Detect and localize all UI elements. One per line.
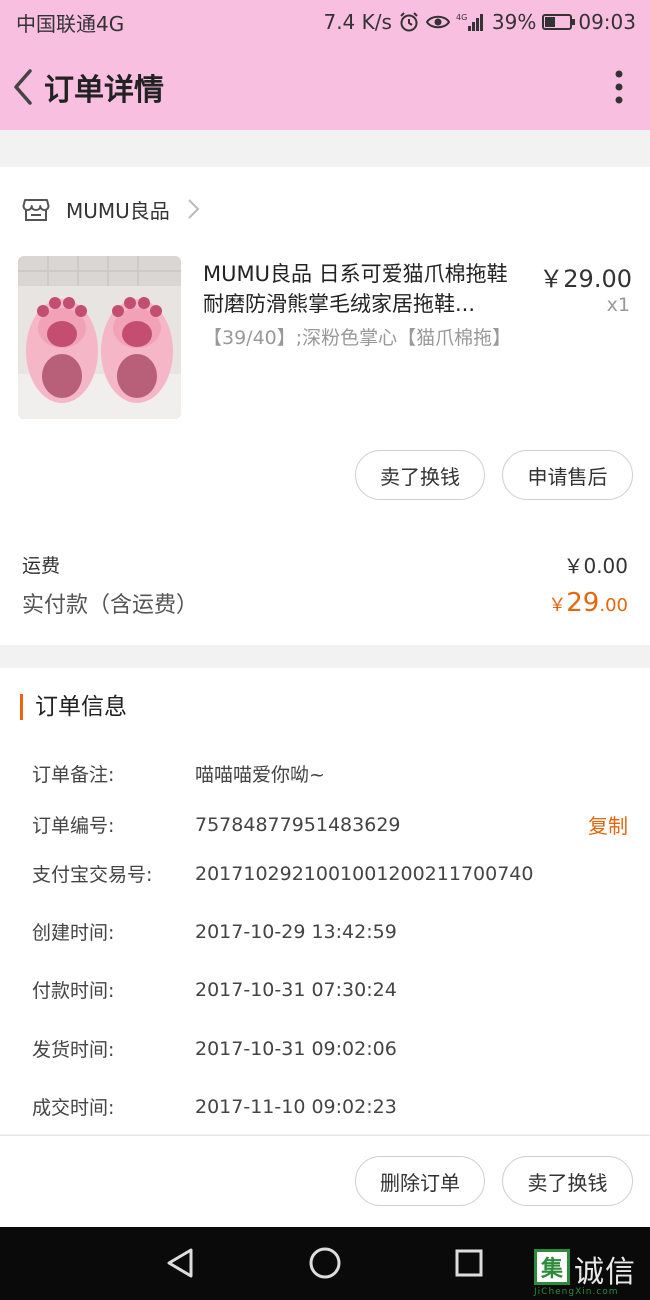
info-value: 2017-10-31 09:02:06 [195, 1037, 397, 1060]
info-key: 成交时间: [32, 1097, 115, 1119]
triangle-back-icon [167, 1248, 193, 1278]
info-row-order-number: 订单编号: 75784877951483629 复制 [32, 810, 628, 839]
info-key: 订单编号: [32, 815, 115, 837]
shipping-row: 运费 ￥0.00 [22, 550, 628, 579]
carrier-label: 中国联通4G [16, 11, 125, 36]
shipping-value: ￥0.00 [563, 554, 628, 578]
watermark-subtext: JiChengXin.com [534, 1287, 619, 1297]
copy-button[interactable]: 复制 [588, 810, 628, 839]
info-row-paid: 付款时间: 2017-10-31 07:30:24 [32, 976, 628, 1003]
paid-amount: ￥29.00 [548, 588, 628, 618]
more-vertical-icon [615, 70, 623, 104]
nav-recents-button[interactable] [451, 1245, 487, 1281]
store-icon [22, 199, 50, 221]
page-title: 订单详情 [44, 73, 164, 108]
paid-currency: ￥ [548, 595, 567, 616]
battery-percent: 39% [491, 10, 537, 34]
info-row-alipay-number: 支付宝交易号: 2017102921001001200211700740 [32, 860, 628, 887]
info-row-note: 订单备注: 喵喵喵爱你呦~ [32, 760, 628, 787]
nav-back-button[interactable] [162, 1245, 198, 1281]
nav-home-button[interactable] [307, 1245, 343, 1281]
info-value: 2017-10-31 07:30:24 [195, 978, 397, 1001]
sell-for-cash-button[interactable]: 卖了换钱 [355, 450, 485, 500]
info-value: 2017-10-29 13:42:59 [195, 920, 397, 943]
shipping-label: 运费 [22, 555, 61, 577]
status-bar: 中国联通4G 7.4 K/s 4G 39% 09:03 [0, 0, 650, 44]
product-price: ￥29.00 [539, 265, 632, 293]
info-key: 发货时间: [32, 1039, 115, 1061]
system-nav-bar: 集 诚信 JiChengXin.com [0, 1227, 650, 1300]
info-value: 75784877951483629 [195, 813, 401, 836]
clock: 09:03 [578, 10, 636, 34]
order-item-card: MUMU良品 MUMU良品 日系可爱猫爪棉拖鞋 耐磨防滑熊掌毛绒家居拖鞋... … [0, 167, 650, 645]
info-value: 2017-11-10 09:02:23 [195, 1095, 397, 1118]
sell-for-cash-bottom-button[interactable]: 卖了换钱 [502, 1156, 633, 1206]
info-key: 订单备注: [32, 764, 115, 786]
svg-text:4G: 4G [456, 13, 467, 22]
store-link[interactable]: MUMU良品 [22, 189, 200, 229]
info-value: 2017102921001001200211700740 [195, 862, 534, 885]
product-sku: 【39/40】;深粉色掌心【猫爪棉拖】 [203, 327, 512, 349]
status-indicators: 7.4 K/s 4G 39% 09:03 [323, 10, 636, 34]
store-name: MUMU良品 [66, 198, 170, 223]
info-row-created: 创建时间: 2017-10-29 13:42:59 [32, 918, 628, 945]
signal-icon: 4G [456, 12, 486, 32]
info-row-completed: 成交时间: 2017-11-10 09:02:23 [32, 1093, 628, 1120]
circle-home-icon [309, 1247, 341, 1279]
paid-decimal: .00 [599, 595, 628, 616]
square-recents-icon [455, 1249, 483, 1277]
paid-row: 实付款（含运费） ￥29.00 [22, 587, 628, 619]
product-title[interactable]: MUMU良品 日系可爱猫爪棉拖鞋 耐磨防滑熊掌毛绒家居拖鞋... [203, 259, 533, 319]
network-speed: 7.4 K/s [323, 10, 392, 34]
chevron-right-icon [188, 199, 200, 219]
chevron-left-icon [14, 69, 32, 105]
paid-label: 实付款（含运费） [22, 593, 199, 618]
watermark-box: 集 [534, 1249, 570, 1285]
info-value: 喵喵喵爱你呦~ [195, 764, 325, 786]
watermark-text: 诚信 [574, 1255, 636, 1290]
more-button[interactable] [594, 62, 644, 112]
info-key: 付款时间: [32, 980, 115, 1002]
battery-icon [542, 14, 576, 30]
watermark-logo: 集 诚信 JiChengXin.com [532, 1249, 650, 1297]
bottom-action-bar: 删除订单 卖了换钱 [0, 1135, 650, 1227]
header-bar: 订单详情 [0, 44, 650, 130]
order-info-title: 订单信息 [20, 694, 127, 720]
order-info-card: 订单信息 订单备注: 喵喵喵爱你呦~ 订单编号: 757848779514836… [0, 668, 650, 1134]
product-quantity: x1 [606, 294, 630, 316]
info-row-shipped: 发货时间: 2017-10-31 09:02:06 [32, 1035, 628, 1062]
after-sale-button[interactable]: 申请售后 [502, 450, 633, 500]
delete-order-button[interactable]: 删除订单 [355, 1156, 485, 1206]
info-key: 支付宝交易号: [32, 864, 153, 886]
product-image[interactable] [18, 256, 181, 419]
back-button[interactable] [6, 62, 40, 112]
alarm-icon [398, 11, 420, 33]
eye-icon [425, 13, 450, 31]
paid-integer: 29 [566, 588, 600, 618]
info-key: 创建时间: [32, 922, 115, 944]
